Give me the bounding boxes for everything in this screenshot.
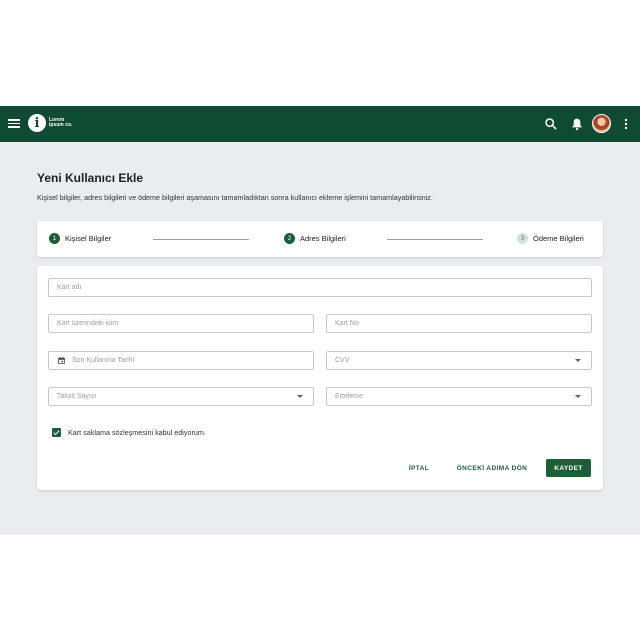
search-icon[interactable]: [543, 116, 559, 132]
step-number: 3: [517, 233, 528, 244]
expiry-date-placeholder: Son Kullanma Tarihi: [72, 357, 135, 364]
step-connector: [153, 239, 249, 240]
card-number-placeholder: Kart No: [335, 320, 359, 327]
more-vert-icon[interactable]: [618, 116, 634, 132]
step-connector: [387, 239, 483, 240]
installments-select[interactable]: Taksit Sayısı: [48, 387, 314, 406]
dropdown-arrow-icon: [575, 395, 581, 398]
step-number: 2: [284, 233, 295, 244]
stepper: 1 Kişisel Bilgiler 2 Adres Bilgileri 3 Ö…: [37, 221, 603, 257]
step-label: Kişisel Bilgiler: [65, 234, 112, 243]
bell-icon[interactable]: [569, 116, 585, 132]
agreement-checkbox-row: Kart saklama sözleşmesini kabul ediyorum…: [52, 428, 206, 437]
step-payment-info[interactable]: 3 Ödeme Bilgileri: [517, 233, 584, 244]
previous-step-button[interactable]: ÖNCEKİ ADIMA DÖN: [447, 459, 537, 477]
card-number-field[interactable]: Kart No: [326, 314, 592, 333]
page-title: Yeni Kullanıcı Ekle: [37, 171, 144, 185]
company-logo[interactable]: i Lorem ipsum co.: [28, 114, 73, 132]
calendar-icon[interactable]: [57, 356, 66, 365]
deferral-placeholder: Erteleme: [335, 393, 364, 400]
menu-icon[interactable]: [8, 117, 20, 131]
app-container: i Lorem ipsum co. Yeni Kullanıcı Ekle Ki…: [0, 106, 640, 535]
save-button[interactable]: KAYDET: [546, 459, 591, 477]
step-number: 1: [49, 233, 60, 244]
cvv-placeholder: CVV: [335, 357, 350, 364]
dropdown-arrow-icon: [297, 395, 303, 398]
step-personal-info[interactable]: 1 Kişisel Bilgiler: [49, 233, 111, 244]
step-address-info[interactable]: 2 Adres Bilgileri: [284, 233, 346, 244]
card-holder-field[interactable]: Kart üzerindeki isim: [48, 314, 314, 333]
installments-placeholder: Taksit Sayısı: [57, 393, 97, 400]
card-name-placeholder: Kart adı: [57, 284, 82, 291]
avatar[interactable]: [592, 114, 611, 133]
card-name-field[interactable]: Kart adı: [48, 278, 592, 297]
expiry-date-field[interactable]: Son Kullanma Tarihi: [48, 351, 314, 370]
logo-text: Lorem ipsum co.: [49, 117, 73, 128]
page-description: Kişisel bilgiler, adres bilgileri ve öde…: [37, 193, 433, 202]
payment-form-card: [37, 266, 603, 490]
dropdown-arrow-icon: [575, 359, 581, 362]
agreement-checkbox[interactable]: [52, 428, 61, 437]
step-label: Adres Bilgileri: [300, 234, 346, 243]
step-label: Ödeme Bilgileri: [533, 234, 584, 243]
top-app-bar: i Lorem ipsum co.: [0, 106, 640, 142]
cancel-button[interactable]: İPTAL: [400, 459, 438, 477]
deferral-select[interactable]: Erteleme: [326, 387, 592, 406]
card-holder-placeholder: Kart üzerindeki isim: [57, 320, 119, 327]
cvv-select[interactable]: CVV: [326, 351, 592, 370]
agreement-label: Kart saklama sözleşmesini kabul ediyorum…: [68, 428, 206, 437]
logo-badge-icon: i: [28, 114, 46, 132]
